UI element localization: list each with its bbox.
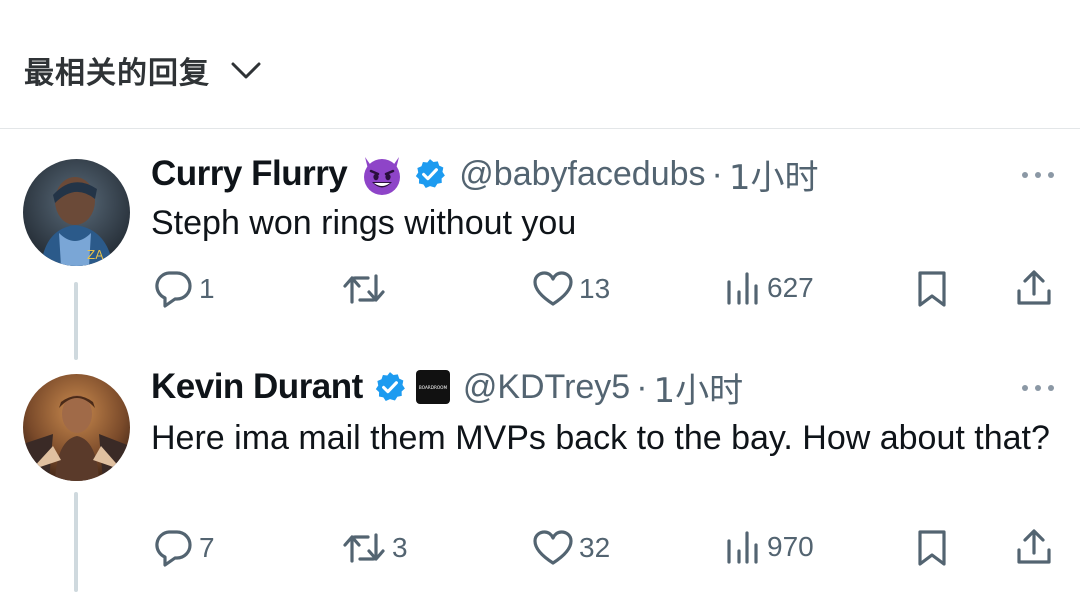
more-icon[interactable] <box>1020 170 1056 180</box>
like-action[interactable]: 32 <box>533 530 610 566</box>
views-icon <box>727 531 758 564</box>
separator-dot: · <box>636 367 648 406</box>
avatar-image: ZA <box>23 159 130 266</box>
reply-icon <box>155 271 192 308</box>
avatar[interactable] <box>23 374 130 481</box>
reply-header: Curry Flurry @babyfacedubs · 1小时 <box>151 150 819 199</box>
bookmark-icon <box>918 271 946 307</box>
thread-connector-line <box>74 282 78 360</box>
verified-badge-icon[interactable] <box>413 157 447 191</box>
verified-badge-icon[interactable] <box>373 370 407 404</box>
reply-sort-bar: 最相关的回复 <box>0 0 1080 129</box>
avatar-image <box>23 374 130 481</box>
share-icon <box>1017 270 1051 305</box>
heart-icon <box>533 271 573 306</box>
sort-dropdown-label[interactable]: 最相关的回复 <box>24 48 210 92</box>
reply-count: 7 <box>199 532 215 563</box>
views-icon <box>727 272 758 305</box>
affiliate-badge-icon[interactable]: BOARDROOM <box>415 369 451 405</box>
avatar[interactable]: ZA <box>23 159 130 266</box>
repost-icon <box>343 533 385 563</box>
timestamp[interactable]: 1小时 <box>654 363 744 412</box>
like-count: 32 <box>579 532 611 563</box>
display-name[interactable]: Kevin Durant <box>151 367 363 407</box>
share-action[interactable] <box>1016 269 1052 307</box>
repost-icon <box>343 274 385 304</box>
bookmark-icon <box>918 530 946 566</box>
timestamp[interactable]: 1小时 <box>729 150 819 199</box>
tweet-text: Steph won rings without you <box>151 204 577 242</box>
views-count: 970 <box>767 531 814 562</box>
user-handle[interactable]: @babyfacedubs <box>459 155 705 194</box>
bookmark-action[interactable] <box>916 529 948 567</box>
tweet-text: Here ima mail them MVPs back to the bay.… <box>151 419 1050 457</box>
affiliate-badge-text: BOARDROOM <box>419 385 448 390</box>
views-action[interactable]: 627 <box>725 270 814 306</box>
repost-count: 3 <box>392 532 408 563</box>
repost-action[interactable] <box>342 272 392 306</box>
reply-header: Kevin Durant BOARDROOM @KDTrey5 · 1小时 <box>151 363 744 412</box>
share-icon <box>1017 529 1051 564</box>
svg-text:ZA: ZA <box>87 248 104 262</box>
separator-dot: · <box>711 154 723 193</box>
reply-count: 1 <box>199 273 215 304</box>
more-icon[interactable] <box>1020 383 1056 393</box>
views-action[interactable]: 970 <box>725 529 814 565</box>
like-count: 13 <box>579 273 611 304</box>
thread-connector-line <box>74 492 78 592</box>
heart-icon <box>533 530 573 565</box>
reply-icon <box>155 530 192 567</box>
like-action[interactable]: 13 <box>533 271 610 307</box>
bookmark-action[interactable] <box>916 270 948 308</box>
share-action[interactable] <box>1016 528 1052 566</box>
repost-action[interactable]: 3 <box>342 531 408 565</box>
reply-action[interactable]: 7 <box>153 529 215 567</box>
display-name[interactable]: Curry Flurry <box>151 154 348 194</box>
reply-action[interactable]: 1 <box>153 270 215 308</box>
chevron-down-icon[interactable] <box>229 58 263 82</box>
smiling-devil-emoji-icon <box>359 151 405 197</box>
views-count: 627 <box>767 272 814 303</box>
user-handle[interactable]: @KDTrey5 <box>463 368 630 407</box>
